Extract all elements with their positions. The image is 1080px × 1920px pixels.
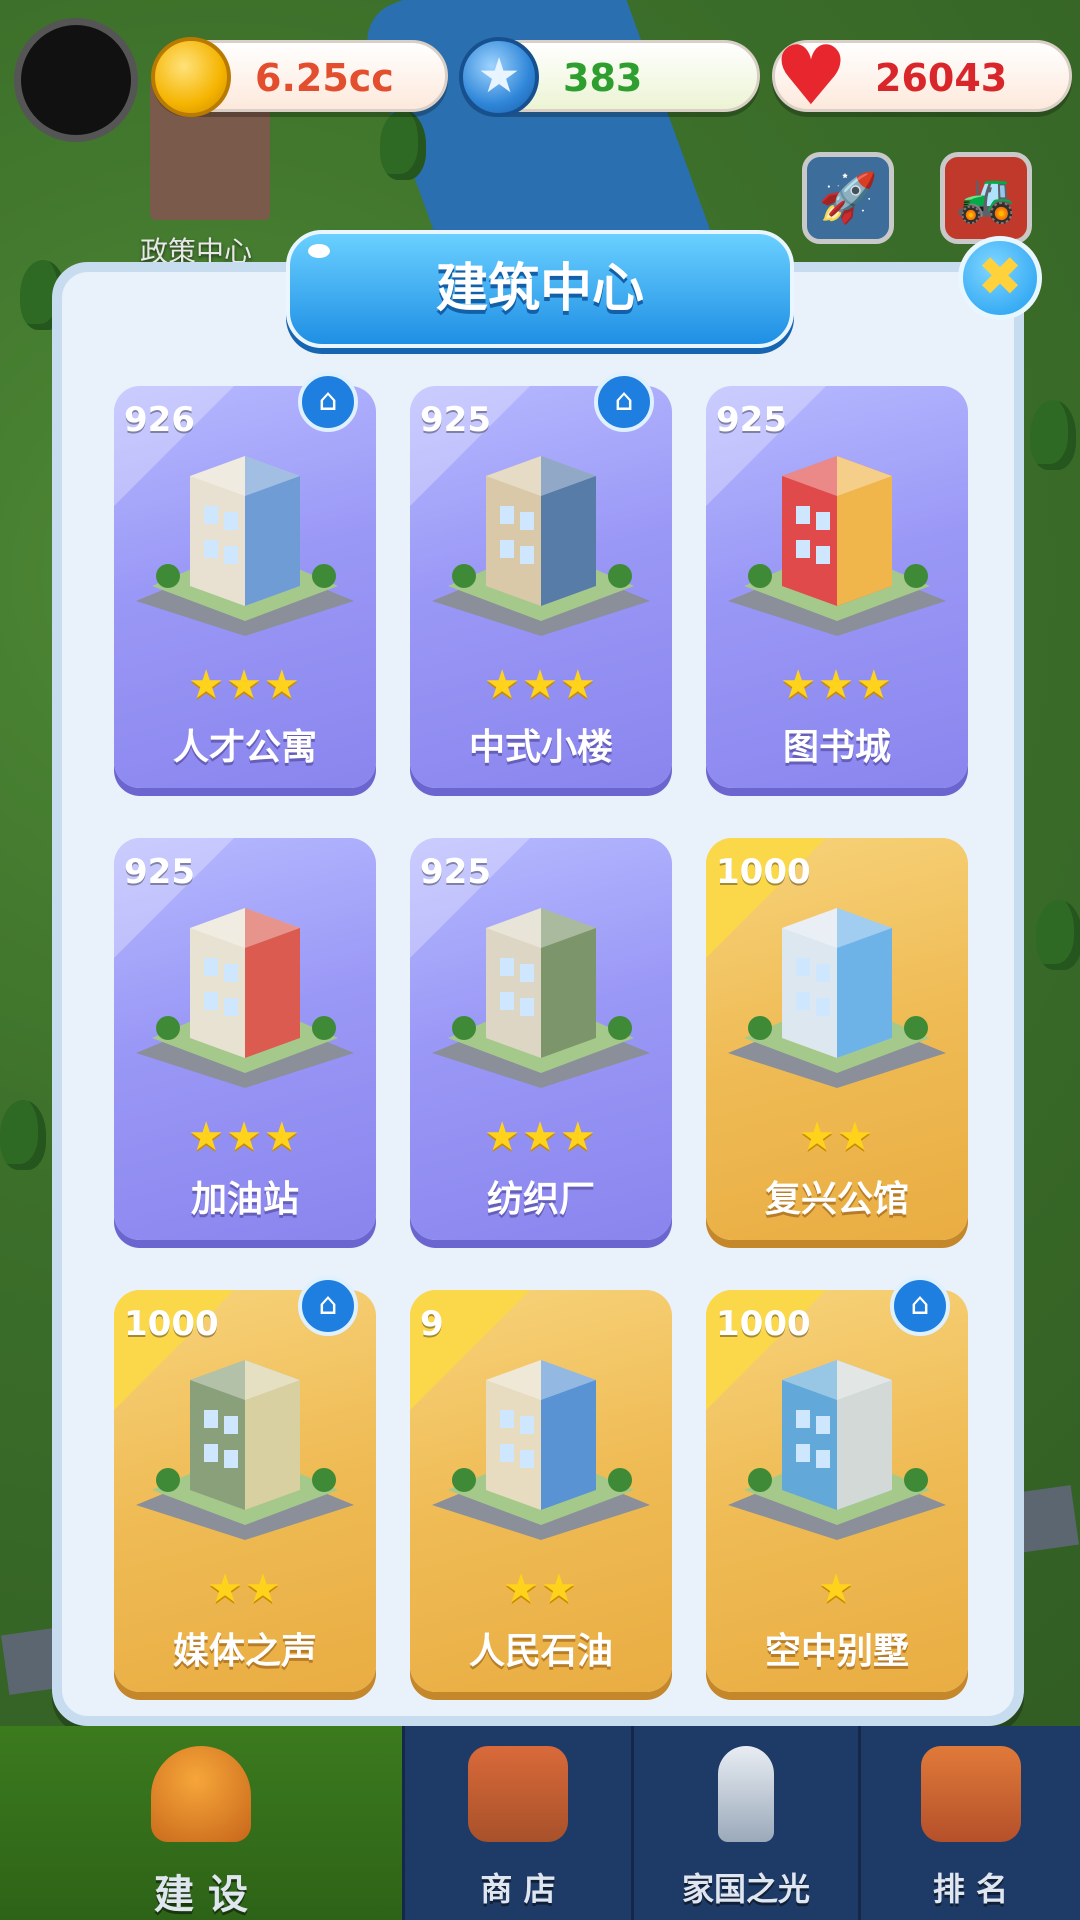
building-card[interactable]: 925 ★★★ 加油站	[114, 838, 376, 1240]
building-name: 人民石油	[468, 1631, 613, 1672]
ranking-icon	[920, 1746, 1021, 1842]
heart-value: 26043	[875, 56, 1008, 100]
building-illustration	[128, 888, 362, 1088]
building-illustration	[720, 436, 954, 636]
nav-build[interactable]: 建 设	[0, 1726, 402, 1920]
building-level: 926	[124, 400, 195, 440]
home-icon[interactable]: ⌂	[890, 1276, 950, 1336]
card-background: 925 ★★★ 中式小楼	[410, 386, 672, 788]
star-rating: ★★★	[188, 662, 302, 708]
close-button[interactable]: ✖	[958, 236, 1042, 320]
building-illustration	[128, 436, 362, 636]
card-background: 925 ★★★ 图书城	[706, 386, 968, 788]
nav-national-light-label: 家国之光	[681, 1870, 810, 1908]
building-level: 925	[716, 400, 787, 440]
home-icon[interactable]: ⌂	[298, 1276, 358, 1336]
building-illustration	[424, 888, 658, 1088]
close-icon: ✖	[977, 245, 1023, 308]
building-level: 925	[420, 400, 491, 440]
hard-hat-icon	[151, 1746, 251, 1842]
star-icon: ★	[459, 37, 539, 117]
star-rating: ★★	[503, 1566, 579, 1612]
building-card[interactable]: 1000 ★ 空中别墅 ⌂	[706, 1276, 968, 1692]
dialog-title-bar: 建筑中心	[286, 230, 794, 348]
building-name: 加油站	[190, 1179, 299, 1220]
building-illustration	[720, 888, 954, 1088]
star-rating: ★	[818, 1566, 856, 1612]
star-rating: ★★	[207, 1566, 283, 1612]
shop-icon	[468, 1746, 568, 1842]
card-background: 9 ★★ 人民石油	[410, 1290, 672, 1692]
tractor-event-button[interactable]: 🚜	[940, 152, 1032, 244]
coin-value: 6.25cc	[255, 56, 394, 100]
nav-ranking[interactable]: 排 名	[861, 1726, 1080, 1920]
card-background: 1000 ★★ 复兴公馆	[706, 838, 968, 1240]
rocket-icon	[718, 1746, 774, 1842]
map-tree	[0, 1100, 46, 1170]
tractor-icon: 🚜	[956, 170, 1016, 226]
heart-icon: ♥	[774, 29, 848, 124]
building-card[interactable]: 925 ★★★ 纺织厂	[410, 838, 672, 1240]
building-name: 空中别墅	[764, 1631, 909, 1672]
building-name: 图书城	[782, 727, 891, 768]
heart-counter: ♥ 26043	[772, 36, 1072, 118]
building-level: 1000	[716, 852, 811, 892]
building-level: 1000	[124, 1304, 219, 1344]
building-name: 媒体之声	[172, 1631, 317, 1672]
building-card[interactable]: 1000 ★★ 媒体之声 ⌂	[114, 1276, 376, 1692]
building-level: 9	[420, 1304, 444, 1344]
building-card[interactable]: 925 ★★★ 中式小楼 ⌂	[410, 372, 672, 788]
building-illustration	[720, 1340, 954, 1540]
card-background: 1000 ★ 空中别墅	[706, 1290, 968, 1692]
card-background: 926 ★★★ 人才公寓	[114, 386, 376, 788]
dialog-title: 建筑中心	[435, 259, 644, 319]
home-icon[interactable]: ⌂	[594, 372, 654, 432]
nav-national-light[interactable]: 家国之光	[634, 1726, 858, 1920]
building-name: 人才公寓	[172, 727, 317, 768]
bottom-nav: 建 设 商 店 家国之光 排 名	[0, 1726, 1080, 1920]
star-rating: ★★★	[484, 662, 598, 708]
building-card[interactable]: 9 ★★ 人民石油	[410, 1290, 672, 1692]
map-tree	[1030, 400, 1076, 470]
player-avatar[interactable]	[14, 18, 138, 142]
star-value: 383	[563, 56, 643, 100]
building-illustration	[424, 1340, 658, 1540]
building-name: 中式小楼	[468, 727, 613, 768]
building-level: 925	[420, 852, 491, 892]
map-tree	[380, 110, 426, 180]
star-rating: ★★	[799, 1114, 875, 1160]
building-name: 复兴公馆	[764, 1179, 909, 1220]
card-background: 925 ★★★ 加油站	[114, 838, 376, 1240]
building-level: 1000	[716, 1304, 811, 1344]
rocket-event-icon: 🚀	[818, 170, 878, 226]
nav-shop-label: 商 店	[480, 1870, 556, 1908]
home-icon[interactable]: ⌂	[298, 372, 358, 432]
nav-build-label: 建 设	[154, 1872, 248, 1918]
star-rating: ★★★	[188, 1114, 302, 1160]
nav-shop[interactable]: 商 店	[405, 1726, 631, 1920]
star-rating: ★★★	[484, 1114, 598, 1160]
building-card[interactable]: 926 ★★★ 人才公寓 ⌂	[114, 372, 376, 788]
building-illustration	[128, 1340, 362, 1540]
star-counter: ★ 383	[459, 37, 760, 117]
card-background: 925 ★★★ 纺织厂	[410, 838, 672, 1240]
building-illustration	[424, 436, 658, 636]
rocket-event-button[interactable]: 🚀	[802, 152, 894, 244]
building-card[interactable]: 925 ★★★ 图书城	[706, 386, 968, 788]
building-name: 纺织厂	[486, 1179, 595, 1220]
card-background: 1000 ★★ 媒体之声	[114, 1290, 376, 1692]
star-rating: ★★★	[780, 662, 894, 708]
map-tree	[1036, 900, 1080, 970]
coin-icon	[151, 37, 231, 117]
coin-counter: 6.25cc	[151, 37, 448, 117]
nav-ranking-label: 排 名	[932, 1870, 1009, 1908]
building-level: 925	[124, 852, 195, 892]
building-card[interactable]: 1000 ★★ 复兴公馆	[706, 838, 968, 1240]
